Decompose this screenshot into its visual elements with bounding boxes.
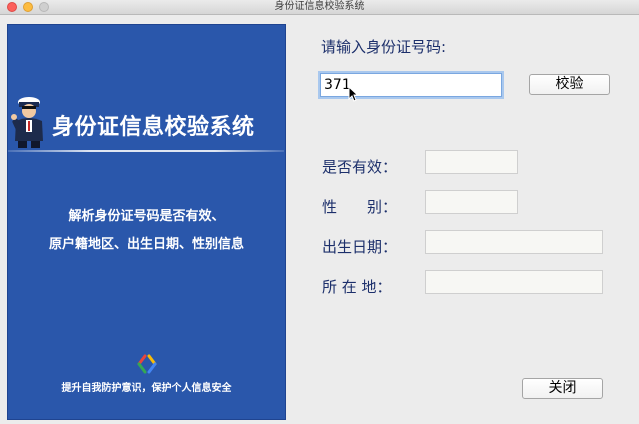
gender-label: 性 别： <box>322 198 398 216</box>
colorful-brackets-logo-icon <box>137 354 157 374</box>
location-result-field <box>425 270 603 294</box>
valid-result-field <box>425 150 518 174</box>
close-button[interactable]: 关闭 <box>522 378 603 399</box>
mouse-cursor-icon <box>348 86 358 102</box>
banner-slogan: 提升自我防护意识，保护个人信息安全 <box>61 383 232 394</box>
banner-panel: 身份证信息校验系统 解析身份证号码是否有效、 原户籍地区、出生日期、性别信息 提… <box>7 24 286 420</box>
birthdate-label: 出生日期： <box>322 238 398 256</box>
id-number-prompt-label: 请输入身份证号码: <box>321 38 447 56</box>
banner-description-line2: 原户籍地区、出生日期、性别信息 <box>48 237 244 252</box>
birthdate-result-field <box>425 230 603 254</box>
title-bar: 身份证信息校验系统 <box>0 0 639 15</box>
gender-result-field <box>425 190 518 214</box>
banner-heading: 身份证信息校验系统 <box>52 114 255 140</box>
police-officer-icon <box>11 97 43 148</box>
banner-description-line1: 解析身份证号码是否有效、 <box>68 209 225 224</box>
banner-divider <box>8 150 284 152</box>
valid-label: 是否有效： <box>322 158 398 176</box>
check-button[interactable]: 校验 <box>529 74 610 95</box>
window-title: 身份证信息校验系统 <box>274 1 365 12</box>
location-label: 所 在 地： <box>322 278 392 296</box>
